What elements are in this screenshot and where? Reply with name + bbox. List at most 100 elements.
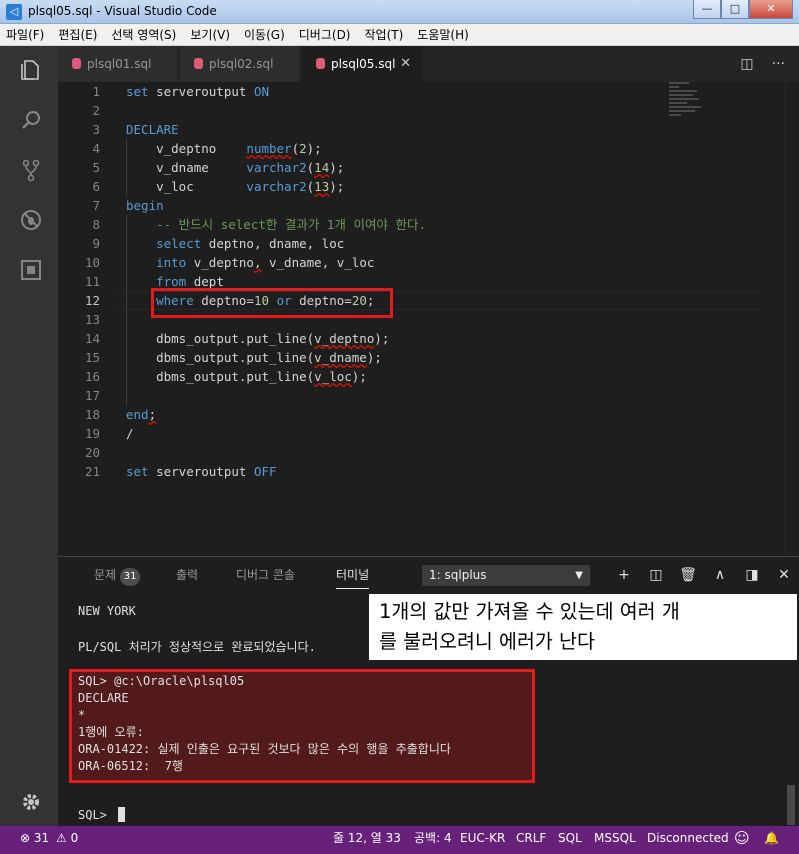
code-line: 7 begin [92,198,164,213]
menu-edit[interactable]: 편집(E) [58,24,97,45]
close-panel-icon[interactable]: ✕ [768,557,799,593]
code-line: 6 v_loc varchar2(13); [92,179,345,194]
terminal-prompt: SQL> [78,807,126,824]
tab-label: plsql01.sql [87,57,152,71]
language-mode[interactable]: SQL [558,826,582,850]
terminal-line: NEW YORK [78,604,136,618]
menu-go[interactable]: 이동(G) [244,24,285,45]
code-line: 5 v_dname varchar2(14); [92,160,345,175]
code-line: 15 dbms_output.put_line(v_dname); [84,350,382,365]
tab-plsql05[interactable]: plsql05.sql ✕ [302,46,424,82]
code-editor[interactable]: 1 set serveroutput ON 2 3 DECLARE 4 v_dept… [58,82,799,556]
terminal-line: ORA-01422: 실제 인출은 요구된 것보다 많은 수의 행을 추출합니다 [78,742,451,756]
code-line: 4 v_deptno number(2); [92,141,322,156]
editor-tab-bar: plsql01.sql plsql02.sql plsql05.sql ✕ ◫ … [58,46,799,82]
new-terminal-icon[interactable]: + [608,557,640,593]
code-line: 8 -- 반드시 select한 결과가 1개 이여야 한다. [92,217,427,232]
terminal-line: DECLARE [78,691,129,705]
problems-badge: 31 [120,568,141,586]
code-line: 9 select deptno, dname, loc [92,236,345,251]
terminal-line: PL/SQL 처리가 정상적으로 완료되었습니다. [78,640,316,654]
tab-label: plsql05.sql [331,57,396,71]
database-icon [72,58,81,69]
database-icon [194,58,203,69]
maximize-panel-icon[interactable]: ∧ [704,557,736,593]
extensions-icon[interactable] [19,258,43,282]
menu-debug[interactable]: 디버그(D) [299,24,351,45]
cursor-position[interactable]: 줄 12, 열 33 [333,826,401,850]
encoding[interactable]: EUC-KR [460,826,505,850]
notification-bell-icon[interactable]: 🔔 [764,826,779,850]
terminal-line: * [78,708,86,722]
gear-icon[interactable] [19,790,43,814]
connection-type[interactable]: MSSQL [594,826,636,850]
code-line: 21 set serveroutput OFF [84,464,277,479]
activity-bar [0,46,58,826]
code-line: 16 dbms_output.put_line(v_loc); [84,369,367,384]
split-terminal-icon[interactable]: ◫ [640,557,672,593]
vscode-icon: ◁ [6,4,22,20]
tab-label: plsql02.sql [209,57,274,71]
code-line: 3 DECLARE [92,122,179,137]
tab-plsql01[interactable]: plsql01.sql [58,46,178,82]
split-editor-icon[interactable]: ◫ [740,46,753,82]
line-ending[interactable]: CRLF [516,826,546,850]
more-actions-icon[interactable]: ··· [772,46,785,82]
panel-tabs: 문제 31 출력 디버그 콘솔 터미널 1: sqlplus ▼ + ◫ 🗑 ∧ … [58,557,799,593]
window-controls: — □ ✕ [693,0,793,20]
code-line: 1 set serveroutput ON [92,84,269,99]
files-icon[interactable] [19,58,43,82]
terminal-line: SQL> @c:\Oracle\plsql05 [78,674,245,688]
tab-terminal[interactable]: 터미널 [336,557,370,593]
close-tab-icon[interactable]: ✕ [400,46,411,82]
search-icon[interactable] [19,108,43,132]
maximize-button[interactable]: □ [721,0,749,19]
source-control-icon[interactable] [19,158,43,182]
debug-icon[interactable] [19,208,43,232]
toggle-panel-icon[interactable]: ◨ [736,557,768,593]
feedback-smile-icon[interactable]: ☺ [734,826,750,850]
minimap[interactable] [669,82,719,122]
trash-icon[interactable]: 🗑 [672,557,704,593]
status-bar: ⊗ 31 ⚠ 0 줄 12, 열 33 공백: 4 EUC-KR CRLF SQ… [0,826,799,854]
terminal-line: ORA-06512: 7행 [78,759,183,773]
terminal-line: 1행에 오류: [78,725,144,739]
annotation-callout: 1개의 값만 가져올 수 있는데 여러 개 를 불러오려니 에러가 난다 [369,594,797,660]
title-bar: ◁ plsql05.sql - Visual Studio Code — □ ✕ [0,0,799,24]
code-line: 19/ [84,426,134,441]
panel-actions: + ◫ 🗑 ∧ ◨ ✕ [608,557,799,593]
callout-line: 1개의 값만 가져올 수 있는데 여러 개 [379,600,680,623]
minimize-button[interactable]: — [693,0,721,19]
indentation[interactable]: 공백: 4 [414,826,452,850]
tab-problems[interactable]: 문제 31 [94,557,141,593]
chevron-down-icon: ▼ [575,570,583,581]
code-line: 18 end; [84,407,157,422]
tab-output[interactable]: 출력 [176,557,198,593]
menu-view[interactable]: 보기(V) [190,24,230,45]
window-title: plsql05.sql - Visual Studio Code [28,4,217,18]
terminal-select[interactable]: 1: sqlplus ▼ [422,565,590,586]
code-line: 17 [84,388,100,403]
code-line: 20 [84,445,100,460]
errors-indicator[interactable]: ⊗ 31 [20,826,49,850]
code-line: 14 dbms_output.put_line(v_deptno); [84,331,390,346]
code-line: 2 [92,103,100,118]
terminal-cursor [118,807,126,822]
menu-file[interactable]: 파일(F) [6,24,44,45]
editor-actions: ◫ ··· [722,46,785,82]
warnings-indicator[interactable]: ⚠ 0 [56,826,78,850]
tab-debug-console[interactable]: 디버그 콘솔 [236,557,295,593]
tab-plsql02[interactable]: plsql02.sql [180,46,300,82]
menu-selection[interactable]: 선택 영역(S) [111,24,176,45]
code-line: 10 into v_deptno, v_dname, v_loc [84,255,375,270]
highlight-box [151,288,393,318]
database-icon [316,58,325,69]
close-button[interactable]: ✕ [749,0,793,19]
connection-status[interactable]: Disconnected [647,826,729,850]
menu-help[interactable]: 도움말(H) [417,24,469,45]
editor-scrollbar[interactable] [785,82,799,556]
terminal-scrollbar[interactable] [787,785,795,825]
callout-line: 를 불러오려니 에러가 난다 [379,630,595,653]
menu-tasks[interactable]: 작업(T) [365,24,404,45]
menu-bar: 파일(F) 편집(E) 선택 영역(S) 보기(V) 이동(G) 디버그(D) … [0,24,799,46]
